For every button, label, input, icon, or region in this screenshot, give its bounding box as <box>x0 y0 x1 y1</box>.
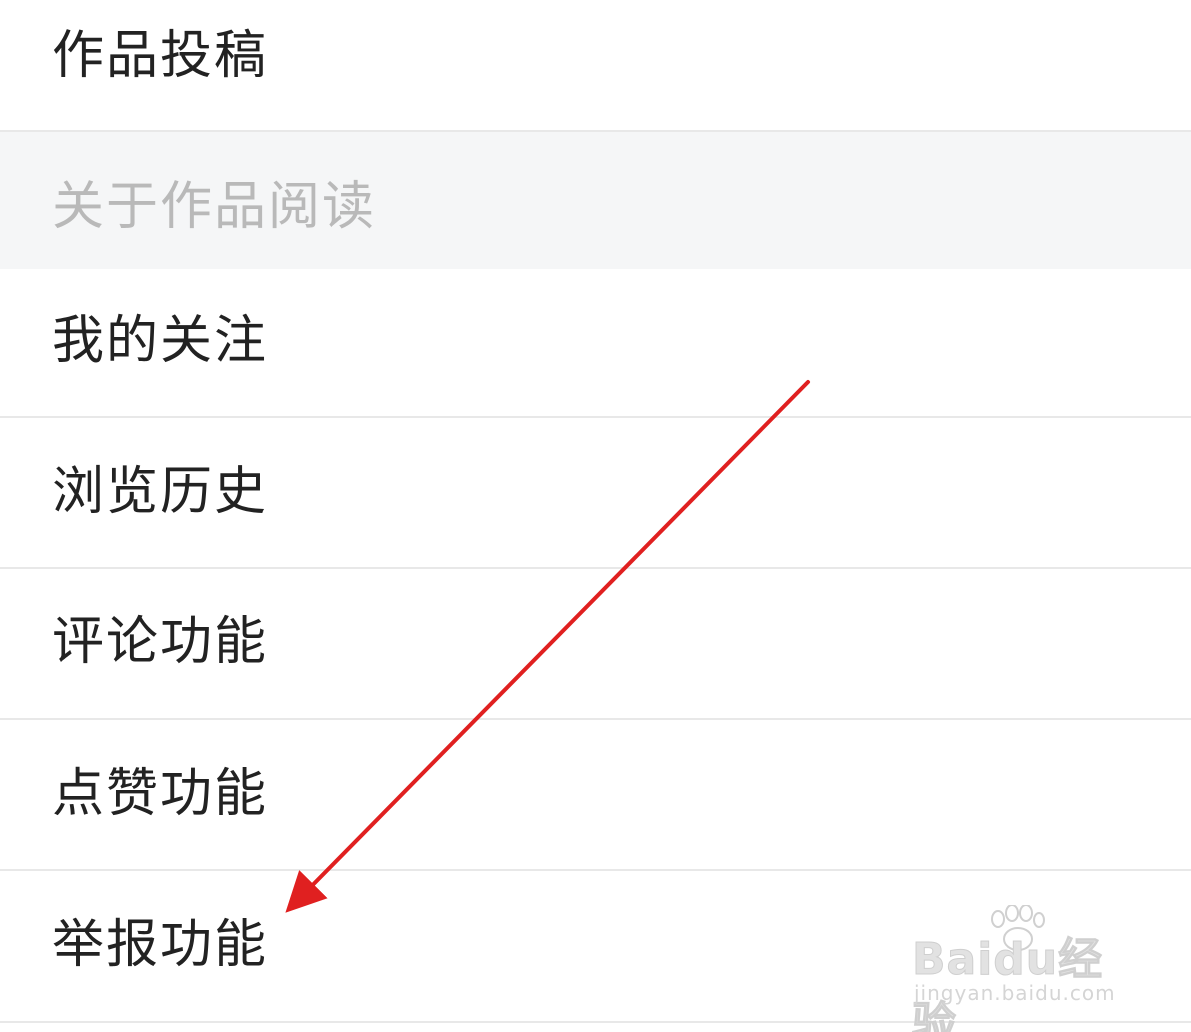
menu-item-label: 评论功能 <box>52 612 269 672</box>
watermark-brand: Baidu经验 <box>912 934 1104 1032</box>
menu-item-like-function[interactable]: 点赞功能 <box>0 720 1191 871</box>
section-header-reading: 关于作品阅读 <box>0 132 1191 269</box>
settings-page: 作品投稿 关于作品阅读 我的关注 浏览历史 评论功能 点赞功能 举报功能 Bai… <box>0 0 1191 1032</box>
menu-item-browse-history[interactable]: 浏览历史 <box>0 418 1191 569</box>
watermark: Baidu经验 jingyan.baidu.com <box>912 905 1142 1032</box>
menu-item-label: 举报功能 <box>52 915 269 975</box>
menu-item-label: 点赞功能 <box>52 764 269 824</box>
menu-item-comment-function[interactable]: 评论功能 <box>0 569 1191 720</box>
menu-item-submit-works[interactable]: 作品投稿 <box>0 0 1191 132</box>
watermark-url: jingyan.baidu.com <box>914 981 1116 1005</box>
menu-item-label: 我的关注 <box>52 311 269 371</box>
menu-item-following[interactable]: 我的关注 <box>0 269 1191 418</box>
section-title: 关于作品阅读 <box>52 177 377 237</box>
menu-item-label: 浏览历史 <box>52 462 269 522</box>
menu-item-label: 作品投稿 <box>52 26 269 86</box>
